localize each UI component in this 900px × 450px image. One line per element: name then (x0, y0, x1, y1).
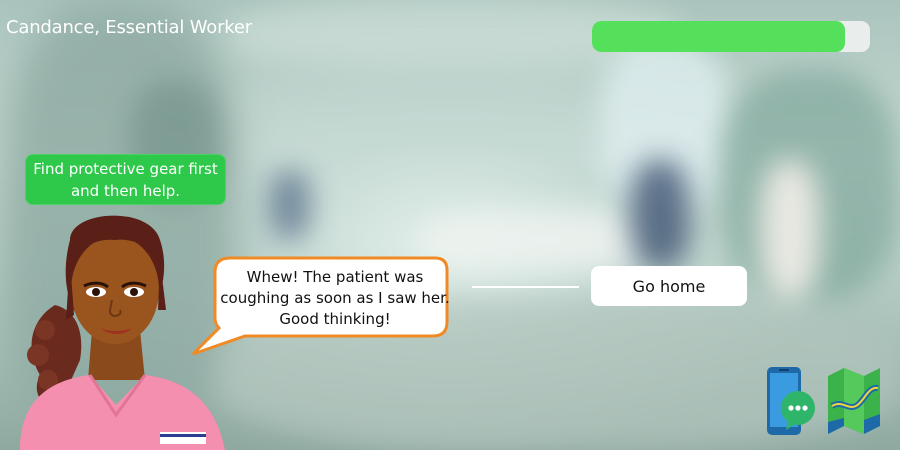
character-title: Candance, Essential Worker (6, 17, 252, 38)
background-patient (630, 160, 690, 270)
map-icon[interactable] (826, 366, 882, 436)
choice-connector (472, 286, 579, 288)
phone-messages-icon[interactable] (766, 366, 816, 438)
background-person (270, 170, 310, 240)
hint-box: Find protective gear first and then help… (25, 154, 226, 205)
go-home-button[interactable]: Go home (591, 266, 747, 306)
background-doctor (760, 160, 820, 300)
progress-bar-fill (592, 21, 845, 52)
progress-bar (592, 21, 870, 52)
speech-text: Whew! The patient was coughing as soon a… (220, 267, 450, 328)
hint-text: Find protective gear first and then help… (33, 159, 218, 200)
